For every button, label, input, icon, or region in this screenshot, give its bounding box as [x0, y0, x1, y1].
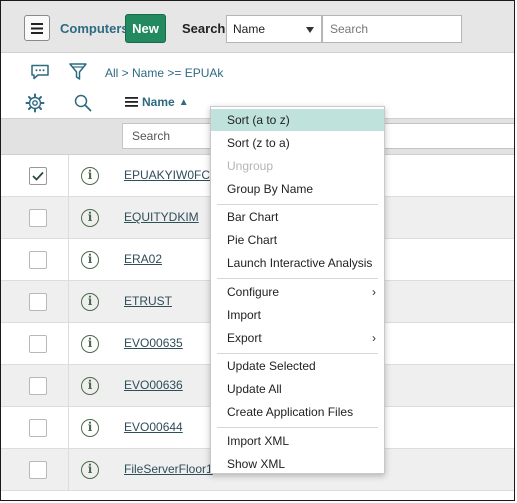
- menu-item-configure-label: Configure: [227, 285, 280, 299]
- row-name-link[interactable]: EVO00644: [124, 420, 183, 434]
- info-icon[interactable]: i: [81, 167, 99, 185]
- menu-item-show-xml[interactable]: Show XML: [211, 453, 384, 475]
- gear-icon: [25, 93, 45, 113]
- row-checkbox[interactable]: [29, 335, 47, 353]
- column-divider: [68, 155, 69, 197]
- menu-divider: [217, 204, 378, 205]
- column-divider: [68, 449, 69, 491]
- row-name-link[interactable]: EQUITYDKIM: [124, 210, 199, 224]
- search-label: Search: [182, 21, 226, 36]
- activity-stream-button[interactable]: [30, 64, 50, 80]
- menu-item-update-all[interactable]: Update All: [211, 378, 384, 400]
- sort-ascending-icon: ▲: [178, 96, 189, 108]
- menu-item-export[interactable]: Export ›: [211, 327, 384, 349]
- column-context-menu: Sort (a to z) Sort (z to a) Ungroup Grou…: [210, 106, 385, 474]
- column-divider: [68, 281, 69, 323]
- row-checkbox[interactable]: [29, 167, 47, 185]
- list-header: Computers New Search Name Search: [1, 1, 514, 53]
- column-header-label: Name: [142, 95, 175, 109]
- menu-divider: [217, 278, 378, 279]
- row-name-link[interactable]: ERA02: [124, 252, 162, 266]
- list-menu-button[interactable]: [24, 15, 50, 41]
- search-field-value: Name: [233, 22, 266, 36]
- checkmark-icon: [32, 171, 44, 181]
- menu-item-launch-analysis[interactable]: Launch Interactive Analysis: [211, 252, 384, 274]
- menu-item-import[interactable]: Import: [211, 304, 384, 326]
- speech-bubble-icon: [31, 64, 49, 80]
- search-icon: [74, 94, 92, 112]
- breadcrumb[interactable]: All > Name >= EPUAk: [105, 66, 223, 80]
- column-header-name[interactable]: Name ▲: [125, 95, 189, 109]
- search-input[interactable]: Search: [322, 15, 462, 43]
- search-field-select[interactable]: Name: [226, 15, 322, 43]
- menu-item-import-xml[interactable]: Import XML: [211, 430, 384, 452]
- menu-item-sort-az[interactable]: Sort (a to z): [211, 109, 384, 131]
- column-divider: [68, 323, 69, 365]
- row-checkbox[interactable]: [29, 419, 47, 437]
- column-divider: [68, 239, 69, 281]
- menu-divider: [217, 427, 378, 428]
- chevron-right-icon: ›: [372, 285, 376, 299]
- menu-item-sort-za[interactable]: Sort (z to a): [211, 132, 384, 154]
- row-name-link[interactable]: EVO00636: [124, 378, 183, 392]
- menu-item-bar-chart[interactable]: Bar Chart: [211, 206, 384, 228]
- menu-divider: [217, 353, 378, 354]
- list-view: Computers New Search Name Search All > N…: [0, 0, 515, 501]
- row-name-link[interactable]: FileServerFloor1: [124, 462, 213, 476]
- column-divider: [68, 407, 69, 449]
- row-checkbox[interactable]: [29, 209, 47, 227]
- info-icon[interactable]: i: [81, 419, 99, 437]
- column-menu-icon: [125, 97, 138, 107]
- info-icon[interactable]: i: [81, 293, 99, 311]
- menu-item-update-selected[interactable]: Update Selected: [211, 355, 384, 377]
- menu-item-ungroup: Ungroup: [227, 159, 274, 173]
- row-checkbox[interactable]: [29, 377, 47, 395]
- row-name-link[interactable]: EPUAKYIW0FCA: [124, 168, 218, 182]
- list-settings-button[interactable]: [25, 93, 45, 113]
- row-name-link[interactable]: ETRUST: [124, 294, 172, 308]
- menu-item-pie-chart[interactable]: Pie Chart: [211, 229, 384, 251]
- row-checkbox[interactable]: [29, 251, 47, 269]
- info-icon[interactable]: i: [81, 251, 99, 269]
- menu-item-group-by-name[interactable]: Group By Name: [211, 178, 384, 200]
- menu-item-create-app-files[interactable]: Create Application Files: [211, 401, 384, 423]
- funnel-icon: [69, 63, 87, 80]
- chevron-right-icon: ›: [372, 331, 376, 345]
- column-divider: [68, 197, 69, 239]
- new-button[interactable]: New: [125, 14, 166, 43]
- filter-button[interactable]: [68, 62, 88, 82]
- row-checkbox[interactable]: [29, 293, 47, 311]
- hamburger-icon: [31, 22, 43, 34]
- info-icon[interactable]: i: [81, 335, 99, 353]
- list-title: Computers: [60, 21, 129, 36]
- menu-item-export-label: Export: [227, 331, 262, 345]
- info-icon[interactable]: i: [81, 461, 99, 479]
- info-icon[interactable]: i: [81, 377, 99, 395]
- dropdown-arrow-icon: [306, 27, 314, 33]
- menu-item-configure[interactable]: Configure ›: [211, 281, 384, 303]
- column-divider: [68, 365, 69, 407]
- row-name-link[interactable]: EVO00635: [124, 336, 183, 350]
- column-search-toggle[interactable]: [73, 93, 93, 113]
- row-checkbox[interactable]: [29, 461, 47, 479]
- info-icon[interactable]: i: [81, 209, 99, 227]
